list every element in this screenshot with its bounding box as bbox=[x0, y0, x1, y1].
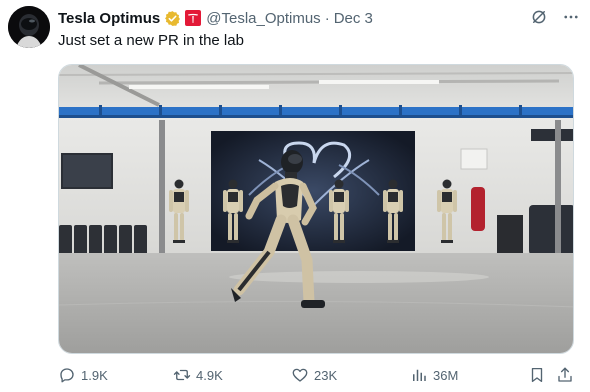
views-icon bbox=[413, 369, 426, 381]
verified-badge-icon bbox=[165, 10, 181, 26]
bookmark-button[interactable] bbox=[528, 366, 546, 384]
tweet-action-bar: 1.9K 4.9K 23K 36M bbox=[58, 366, 578, 388]
view-count: 36M bbox=[433, 367, 459, 383]
retweet-icon bbox=[173, 369, 191, 381]
tesla-affiliate-badge-icon[interactable] bbox=[185, 10, 202, 26]
share-button[interactable] bbox=[556, 366, 574, 384]
header-actions bbox=[530, 8, 580, 26]
retweet-count: 4.9K bbox=[196, 367, 223, 383]
author-name[interactable]: Tesla Optimus bbox=[58, 10, 160, 27]
tweet-media-video[interactable] bbox=[58, 64, 574, 354]
reply-count: 1.9K bbox=[81, 367, 108, 383]
reply-button[interactable]: 1.9K bbox=[58, 366, 108, 384]
video-frame bbox=[59, 65, 573, 353]
tweet-header: Tesla Optimus @Tesla_Optimus · Dec 3 bbox=[58, 8, 580, 28]
more-icon[interactable] bbox=[562, 8, 580, 26]
retweet-button[interactable]: 4.9K bbox=[173, 366, 223, 384]
like-button[interactable]: 23K bbox=[291, 366, 337, 384]
heart-icon bbox=[292, 368, 308, 382]
share-icon bbox=[558, 367, 572, 382]
avatar-image bbox=[8, 6, 50, 48]
bookmark-icon bbox=[531, 367, 543, 383]
views-button[interactable]: 36M bbox=[410, 366, 458, 384]
author-handle[interactable]: @Tesla_Optimus bbox=[206, 10, 320, 27]
avatar[interactable] bbox=[8, 6, 50, 48]
tweet-date[interactable]: Dec 3 bbox=[334, 10, 373, 27]
like-count: 23K bbox=[314, 367, 338, 383]
separator-dot: · bbox=[324, 9, 330, 27]
grok-icon[interactable] bbox=[530, 8, 548, 26]
reply-icon bbox=[60, 368, 74, 383]
tweet-text: Just set a new PR in the lab bbox=[58, 32, 244, 49]
